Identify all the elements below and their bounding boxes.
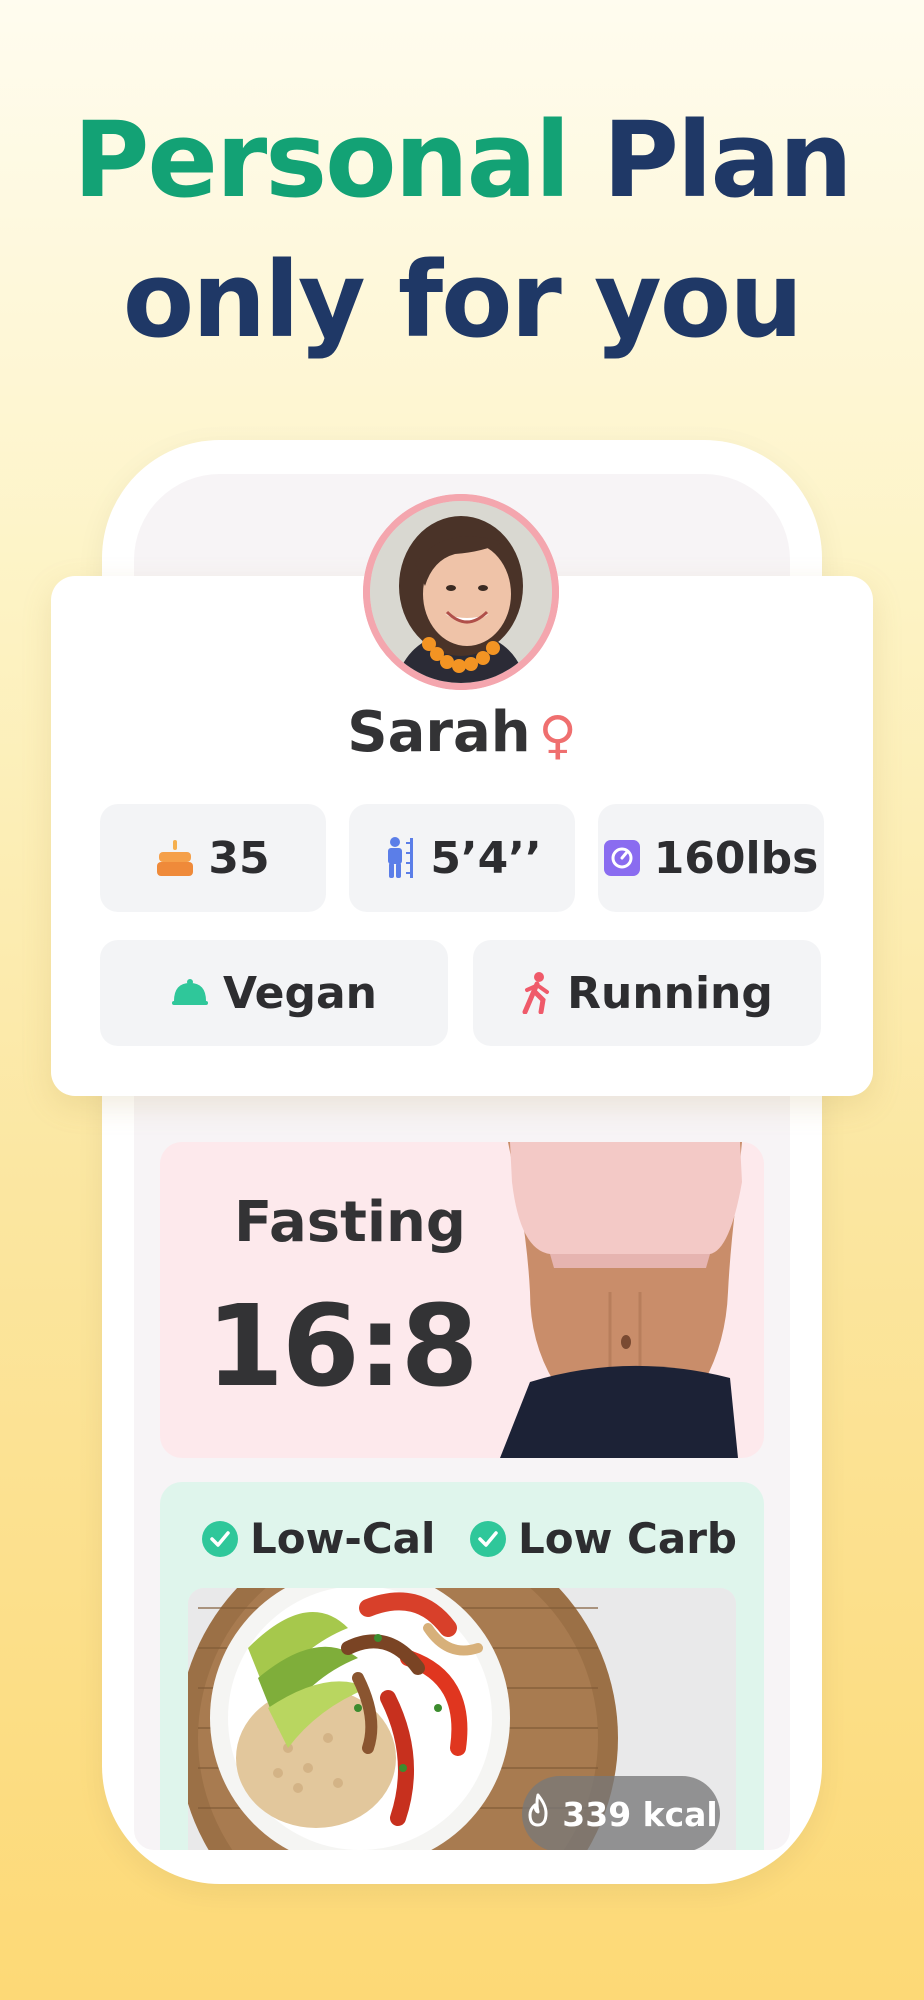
- preference-diet-value: Vegan: [223, 967, 377, 1019]
- headline-plan: Plan: [602, 99, 853, 221]
- stat-chip-height: 5’4’’: [349, 804, 575, 912]
- meal-tag-low-carb: Low Carb: [470, 1514, 737, 1563]
- headline-line-1: Personal Plan: [0, 108, 924, 212]
- check-circle-icon: [470, 1520, 506, 1557]
- stat-weight-value: 160lbs: [653, 832, 819, 884]
- meal-tag-low-cal: Low-Cal: [202, 1514, 435, 1563]
- calories-badge: 339 kcal: [522, 1776, 720, 1850]
- calories-value: 339 kcal: [562, 1794, 718, 1834]
- stat-height-value: 5’4’’: [430, 832, 542, 884]
- food-cloche-icon: [171, 979, 209, 1007]
- profile-name-row: Sarah ♀: [0, 700, 924, 766]
- scale-icon: [603, 840, 640, 876]
- cake-icon: [156, 838, 194, 878]
- stat-chip-weight: 160lbs: [598, 804, 824, 912]
- stat-chip-age: 35: [100, 804, 326, 912]
- fitness-torso-image: [500, 1142, 742, 1458]
- stat-age-value: 35: [208, 832, 270, 884]
- preference-chip-activity: Running: [473, 940, 821, 1046]
- preference-chip-diet: Vegan: [100, 940, 448, 1046]
- female-icon: ♀: [538, 706, 577, 766]
- meal-card[interactable]: Low-Cal Low Carb 339 kcal: [160, 1482, 764, 1850]
- fasting-title: Fasting: [234, 1190, 467, 1255]
- avatar: [363, 494, 559, 690]
- meal-photo: 339 kcal: [188, 1588, 736, 1850]
- fasting-ratio: 16:8: [206, 1282, 479, 1412]
- headline-personal: Personal: [73, 99, 570, 221]
- height-icon: [382, 836, 416, 880]
- running-icon: [521, 972, 553, 1014]
- profile-name: Sarah: [347, 700, 531, 765]
- meal-tag-label: Low-Cal: [250, 1514, 436, 1563]
- meal-tag-label: Low Carb: [518, 1514, 737, 1563]
- flame-icon: [524, 1793, 552, 1835]
- fasting-card[interactable]: Fasting 16:8: [160, 1142, 764, 1458]
- headline-line-2: only for you: [122, 239, 804, 361]
- check-circle-icon: [202, 1520, 238, 1557]
- preference-activity-value: Running: [567, 967, 773, 1019]
